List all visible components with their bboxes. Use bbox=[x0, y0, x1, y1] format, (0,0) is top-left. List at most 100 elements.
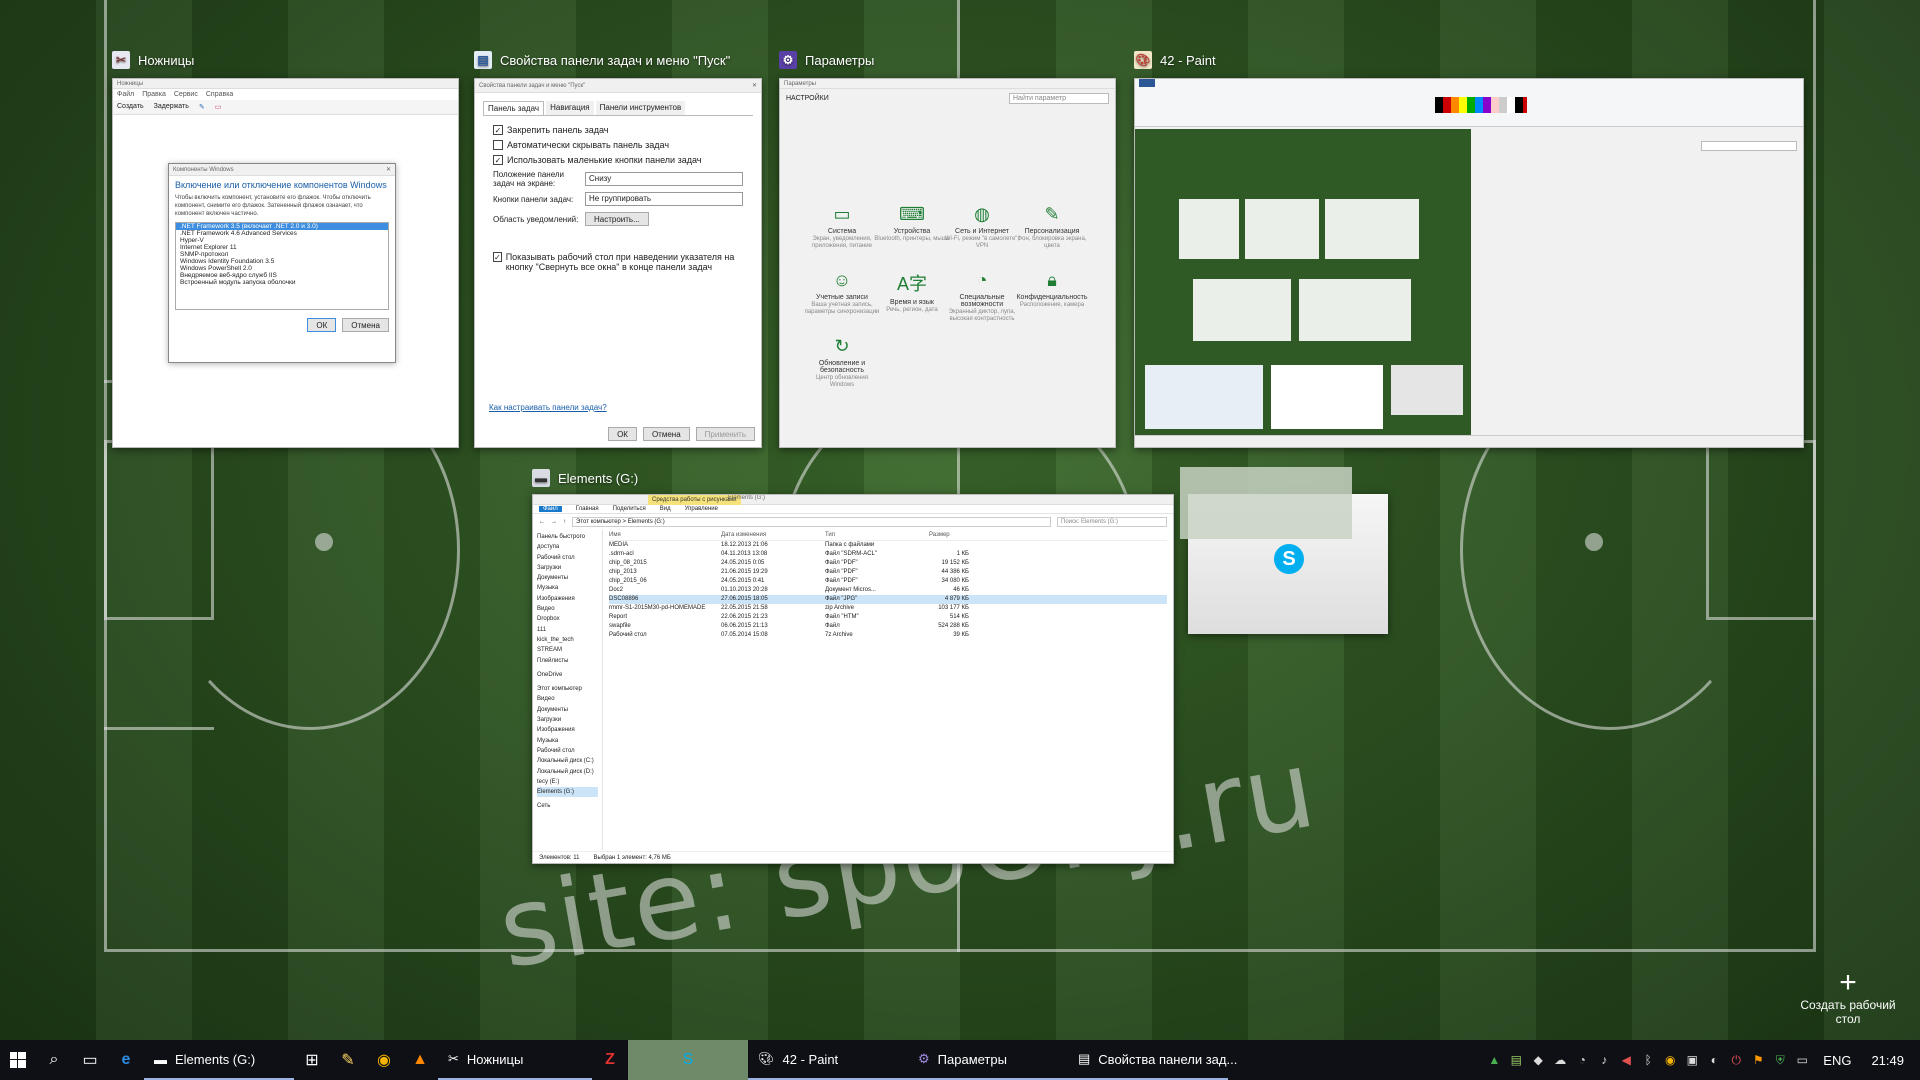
column-header[interactable]: Имя bbox=[609, 532, 721, 538]
table-row[interactable]: Doc2 01.10.2013 20:28 Документ Micros... 46… bbox=[609, 586, 1167, 595]
menu-item[interactable]: Файл bbox=[117, 91, 134, 98]
search-button[interactable]: ⌕ bbox=[36, 1040, 72, 1080]
taskbar-app-filezilla[interactable]: Z bbox=[592, 1040, 628, 1080]
tile-accessibility[interactable]: ◔ Специальные возможности Экранный диктор,… bbox=[944, 270, 1020, 322]
volume-icon[interactable]: ♪ bbox=[1593, 1040, 1615, 1080]
power-icon[interactable]: ⏻ bbox=[1725, 1040, 1747, 1080]
option-lock-taskbar[interactable]: ✓ Закрепить панель задач bbox=[493, 125, 743, 135]
shield-icon[interactable]: ⛨ bbox=[1769, 1040, 1791, 1080]
eraser-icon[interactable]: ▭ bbox=[215, 103, 222, 111]
settings-search-input[interactable]: Найти параметр bbox=[1009, 93, 1109, 104]
chrome-icon[interactable]: ◉ bbox=[1659, 1040, 1681, 1080]
window-title-paint[interactable]: 🎨︎ 42 - Paint bbox=[1134, 48, 1216, 72]
feature-item[interactable]: SNMP-протокол bbox=[176, 251, 388, 258]
taskbar-app-taskbar-props[interactable]: ▤ Свойства панели зад... bbox=[1068, 1040, 1237, 1080]
nav-item[interactable]: Документы bbox=[537, 705, 598, 715]
close-icon[interactable]: ✕ bbox=[752, 82, 757, 89]
option-autohide[interactable]: Автоматически скрывать панель задач bbox=[493, 140, 743, 150]
menu-item[interactable]: Справка bbox=[206, 91, 233, 98]
checkbox-unchecked[interactable] bbox=[493, 140, 503, 150]
nav-item[interactable]: 111 bbox=[537, 625, 598, 635]
tile-accounts[interactable]: ☺ Учетные записи Ваша учетная запись, пара… bbox=[804, 270, 880, 315]
table-row[interactable]: MEDIA 18.12.2013 21:06 Папка с файлами bbox=[609, 541, 1167, 550]
taskbar-app-notepad[interactable]: ✎ bbox=[330, 1040, 366, 1080]
pen-icon[interactable]: ✎ bbox=[199, 103, 205, 111]
nav-item[interactable]: Рабочий стол bbox=[537, 746, 598, 756]
feature-item[interactable]: Hyper-V bbox=[176, 237, 388, 244]
taskbar-app-vlc[interactable]: ▲ bbox=[402, 1040, 438, 1080]
taskbar-app-settings[interactable]: ⚙ Параметры bbox=[908, 1040, 1068, 1080]
nav-item[interactable]: Elements (G:) bbox=[537, 787, 598, 798]
table-row[interactable]: chip_08_2015 24.05.2015 0:05 Файл "PDF" 19 … bbox=[609, 559, 1167, 568]
help-link[interactable]: Как настраивать панели задач? bbox=[489, 403, 607, 412]
nav-item[interactable]: Плейлисты bbox=[537, 656, 598, 666]
taskbar-app-snipping[interactable]: ✂ Ножницы bbox=[438, 1040, 592, 1080]
forward-icon[interactable]: → bbox=[551, 519, 557, 525]
tile-privacy[interactable]: 🔒︎ Конфиденциальность Расположение, камера bbox=[1014, 270, 1090, 308]
taskbar-app-skype[interactable]: S bbox=[628, 1040, 748, 1080]
up-icon[interactable]: ↑ bbox=[563, 519, 566, 525]
taskbar-app-store[interactable]: ⊞ bbox=[294, 1040, 330, 1080]
column-header[interactable]: Тип bbox=[825, 532, 929, 538]
nav-item[interactable]: STREAM bbox=[537, 645, 598, 655]
apply-button[interactable]: Применить bbox=[695, 427, 755, 441]
tile-time-language[interactable]: A字 Время и язык Речь, регион, дата bbox=[874, 270, 950, 313]
tile-update[interactable]: ↻ Обновление и безопасность Центр обновлен… bbox=[804, 336, 880, 388]
tab-file[interactable]: Файл bbox=[539, 506, 562, 512]
taskbar-app-chrome[interactable]: ◉ bbox=[366, 1040, 402, 1080]
table-row[interactable]: chip_2015_06 24.05.2015 0:41 Файл "PDF" 34 … bbox=[609, 577, 1167, 586]
notification-icon[interactable]: ▭ bbox=[1791, 1040, 1813, 1080]
nav-item[interactable]: kick_the_tech bbox=[537, 635, 598, 645]
table-row[interactable]: swapfile 06.06.2015 21:13 Файл 524 288 КБ bbox=[609, 622, 1167, 631]
taskbar-app-paint[interactable]: 🎨︎ 42 - Paint bbox=[748, 1040, 908, 1080]
nav-item[interactable]: Музыка bbox=[537, 583, 598, 593]
tile-system[interactable]: ▭ Система Экран, уведомления, приложения, … bbox=[804, 204, 880, 249]
column-header[interactable]: Размер bbox=[929, 532, 969, 538]
close-icon[interactable]: ✕ bbox=[386, 166, 391, 173]
tab-manage[interactable]: Управление bbox=[685, 506, 718, 512]
explorer-search-input[interactable]: Поиск: Elements (G:) bbox=[1057, 517, 1167, 527]
checkbox-checked[interactable]: ✓ bbox=[493, 125, 503, 135]
window-title-taskbar-props[interactable]: ▤ Свойства панели задач и меню "Пуск" bbox=[474, 48, 730, 72]
dropbox-icon[interactable]: ◆ bbox=[1527, 1040, 1549, 1080]
nav-item[interactable]: tecy (E:) bbox=[537, 777, 598, 787]
nav-item[interactable]: Изображения bbox=[537, 594, 598, 604]
tab-navigation[interactable]: Навигация bbox=[546, 101, 594, 115]
new-desktop-button[interactable]: + Создать рабочий стол bbox=[1788, 968, 1908, 1027]
bluetooth-icon[interactable]: ᛒ bbox=[1637, 1040, 1659, 1080]
table-row[interactable]: Рабочий стол 07.05.2014 15:08 7z Archive 39… bbox=[609, 631, 1167, 640]
nav-item[interactable]: Загрузки bbox=[537, 715, 598, 725]
nav-item[interactable]: Локальный диск (C:) bbox=[537, 756, 598, 766]
buttons-select[interactable]: Не группировать bbox=[585, 192, 743, 206]
feature-item[interactable]: .NET Framework 3.5 (включает .NET 2.0 и … bbox=[176, 223, 388, 230]
nav-item[interactable]: Сеть bbox=[537, 801, 598, 811]
position-select[interactable]: Снизу bbox=[585, 172, 743, 186]
edge-button[interactable]: e bbox=[108, 1040, 144, 1080]
checkbox-checked[interactable]: ✓ bbox=[493, 155, 503, 165]
nav-item[interactable]: OneDrive bbox=[537, 670, 598, 680]
nav-item[interactable]: Документы bbox=[537, 573, 598, 583]
feature-item[interactable]: Windows PowerShell 2.0 bbox=[176, 265, 388, 272]
feature-item[interactable]: Internet Explorer 11 bbox=[176, 244, 388, 251]
app-tray-icon[interactable]: ◐ bbox=[1703, 1040, 1725, 1080]
back-icon[interactable]: ← bbox=[539, 519, 545, 525]
tile-devices[interactable]: ⌨ Устройства Bluetooth, принтеры, мышь bbox=[874, 204, 950, 242]
nav-item[interactable]: Dropbox bbox=[537, 614, 598, 624]
cancel-button[interactable]: Отмена bbox=[642, 427, 690, 441]
nav-item[interactable]: Рабочий стол bbox=[537, 553, 598, 563]
clock[interactable]: 21:49 bbox=[1861, 1053, 1920, 1068]
nav-item[interactable]: Изображения bbox=[537, 725, 598, 735]
language-indicator[interactable]: ENG bbox=[1813, 1053, 1861, 1068]
window-title-snipping[interactable]: ✂ Ножницы bbox=[112, 48, 194, 72]
start-button[interactable] bbox=[0, 1040, 36, 1080]
customize-button[interactable]: Настроить... bbox=[585, 212, 649, 226]
tab-home[interactable]: Главная bbox=[576, 506, 599, 512]
drive-sync-icon[interactable]: ▲ bbox=[1483, 1040, 1505, 1080]
nav-item[interactable]: Музыка bbox=[537, 736, 598, 746]
security-icon[interactable]: ▣ bbox=[1681, 1040, 1703, 1080]
table-row[interactable]: Report 22.06.2015 21:23 Файл "HTM" 514 КБ bbox=[609, 613, 1167, 622]
checkbox-checked[interactable]: ✓ bbox=[493, 252, 502, 262]
window-title-settings[interactable]: ⚙ Параметры bbox=[779, 48, 874, 72]
delay-button[interactable]: Задержать bbox=[154, 103, 189, 111]
tab-view[interactable]: Вид bbox=[660, 506, 671, 512]
